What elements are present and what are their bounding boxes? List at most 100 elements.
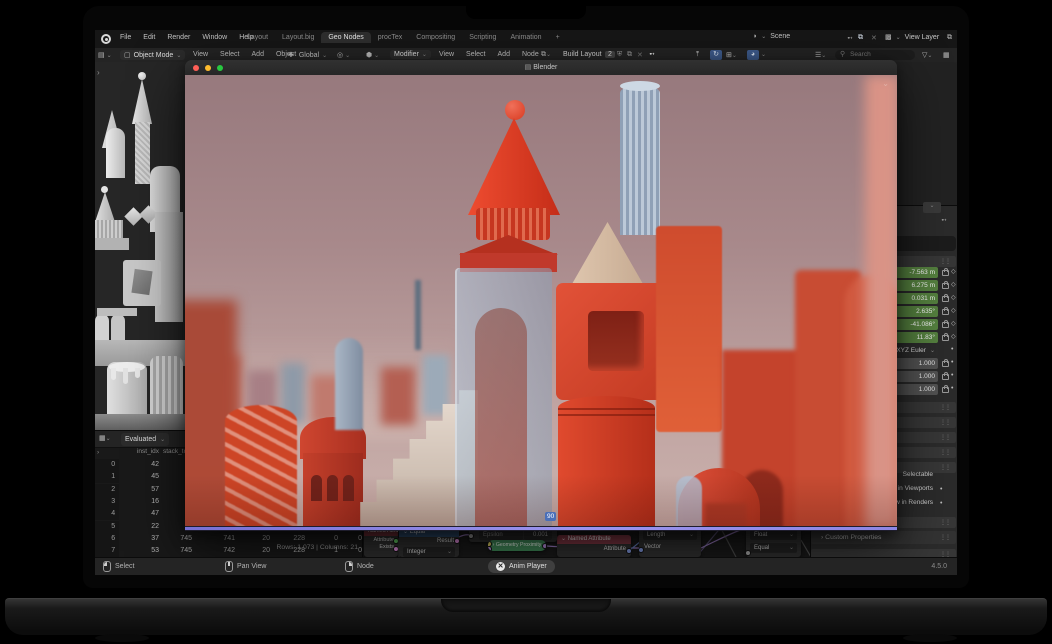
unlink-icon[interactable]: ✕ [637, 51, 643, 59]
tab-compositing[interactable]: Compositing [409, 32, 462, 43]
node-menus: View Select Add Node [433, 51, 545, 58]
animate-dot-icon[interactable]: • [951, 374, 953, 378]
menu-render[interactable]: Render [167, 34, 190, 41]
custom-properties-panel[interactable]: › Custom Properties ⋮⋮ [811, 531, 956, 544]
lock-icon[interactable] [942, 335, 949, 341]
dataset-dropdown[interactable]: Evaluated⌄ [121, 433, 169, 446]
filter-funnel-icon[interactable]: ▽⌄ [922, 51, 932, 59]
node-menu-add[interactable]: Add [498, 51, 510, 58]
lock-icon[interactable] [942, 309, 949, 315]
scene-selector[interactable]: ◗⌄ Scene [753, 33, 790, 40]
pivot-point-icon[interactable]: ◎ ⌄ [337, 51, 350, 59]
node-vector-length[interactable]: Length⌄ Vector [639, 527, 701, 557]
tab-layout-big[interactable]: Layout.big [275, 32, 321, 43]
keyframe-diamond-icon[interactable]: ◇ [951, 321, 956, 327]
tab--[interactable]: + [549, 32, 567, 43]
current-frame-badge[interactable]: 90 [545, 512, 556, 521]
overlay-sphere-icon[interactable]: ◕ [747, 50, 759, 60]
lock-icon[interactable] [942, 296, 949, 302]
animation-scrubber[interactable] [185, 526, 897, 531]
scene-new-icon[interactable]: ⧉ [858, 34, 863, 42]
keyframe-diamond-icon[interactable]: ◇ [951, 334, 956, 340]
animate-dot-icon[interactable]: • [951, 387, 953, 391]
animate-dot-icon[interactable]: • [951, 348, 953, 352]
length-dropdown[interactable]: Length⌄ [643, 530, 697, 540]
compare-type-dropdown[interactable]: Float⌄ [750, 530, 797, 540]
macbook-mockup: FileEditRenderWindowHelp LayoutLayout.bi… [0, 0, 1052, 644]
viewport-editor-type-icon[interactable]: ▤ ⌄ [98, 51, 112, 59]
duplicate-icon[interactable]: ⧉ [627, 51, 632, 59]
node-geometry-proximity[interactable]: › Geometry Proximity [488, 540, 546, 551]
viewport-menu-view[interactable]: View [193, 51, 208, 58]
node-named-attribute-left[interactable]: Named Attribute Attribute Exists [364, 527, 398, 557]
tab-proctex[interactable]: procTex [371, 32, 410, 43]
lock-icon[interactable] [942, 374, 949, 380]
snap-mode-icon[interactable]: ⊞⌄ [726, 51, 737, 59]
tab-scripting[interactable]: Scripting [462, 32, 503, 43]
lock-icon[interactable] [942, 283, 949, 289]
render-art: ⌄ [185, 75, 897, 526]
properties-dropdown-button[interactable]: ⌄ [923, 202, 941, 213]
scene-unlink-icon[interactable]: ✕ [871, 34, 877, 42]
lock-icon[interactable] [942, 387, 949, 393]
node-menu-view[interactable]: View [439, 51, 454, 58]
spreadsheet-editor-type-icon[interactable]: ▦⌄ [99, 434, 111, 442]
tab-layout[interactable]: Layout [240, 32, 275, 43]
keyframe-diamond-icon[interactable]: ◇ [951, 295, 956, 301]
view-layer-name[interactable]: View Layer [905, 34, 940, 41]
animate-dot-icon[interactable]: • [951, 361, 953, 365]
view-collapse-chevron[interactable]: ⌄ [882, 79, 889, 88]
keyframe-diamond-icon[interactable]: ◇ [951, 308, 956, 314]
viewport-menu-add[interactable]: Add [252, 51, 264, 58]
menu-file[interactable]: File [120, 34, 131, 41]
node-equal[interactable]: ⌄ Equal Result Integer⌄ [399, 528, 459, 557]
node-editor-type-icon[interactable]: ⬢ ⌄ [366, 51, 379, 59]
spreadsheet-row[interactable]: 6 377457412022800 [95, 533, 362, 545]
pin-icon[interactable]: ➻ [649, 50, 655, 58]
node-group-users-badge[interactable]: 2 [605, 51, 615, 58]
anim-player-button[interactable]: ✕ Anim Player [488, 560, 555, 573]
outliner-display-mode-icon[interactable]: ☰⌄ [815, 51, 826, 59]
mode-dropdown[interactable]: ▢ Object Mode⌄ [120, 50, 185, 60]
new-collection-icon[interactable]: ▦ [943, 51, 950, 59]
outliner-search-input[interactable]: ⚲ Search [835, 50, 915, 60]
sidebar-toggle-icon[interactable]: › [97, 449, 99, 456]
blender-render-window[interactable]: ▤ Blender [185, 60, 897, 531]
node-menu-node[interactable]: Node [522, 51, 539, 58]
lock-icon[interactable] [942, 361, 949, 367]
menu-edit[interactable]: Edit [143, 34, 155, 41]
keyframe-diamond-icon[interactable]: ◇ [951, 269, 956, 275]
column-header-inst-idx[interactable]: inst_idx [121, 448, 159, 455]
tree-type-dropdown[interactable]: Modifier⌄ [390, 50, 431, 59]
viewport-menu-select[interactable]: Select [220, 51, 239, 58]
orientation-dropdown[interactable]: ✚ Global⌄ [288, 51, 327, 59]
tab-geo-nodes[interactable]: Geo Nodes [321, 32, 370, 43]
shield-icon[interactable]: ⛨ [617, 51, 622, 59]
document-icon: ▤ [525, 64, 532, 71]
menu-window[interactable]: Window [202, 34, 227, 41]
spreadsheet-status: Rows: 1,073 | Columns: 21 [205, 544, 358, 551]
view-layer-new-icon[interactable]: ⧉ [947, 34, 952, 42]
stop-icon: ✕ [496, 562, 505, 571]
scene-name[interactable]: Scene [770, 33, 790, 40]
properties-pin-icon[interactable]: ➻ [941, 216, 947, 224]
node-menu-select[interactable]: Select [466, 51, 485, 58]
tab-animation[interactable]: Animation [503, 32, 548, 43]
node-group-name[interactable]: Build Layout [563, 51, 602, 58]
parent-tree-icon[interactable]: ⤒ [696, 51, 699, 59]
keymap-pan-view: Pan View [225, 561, 266, 572]
keyframe-diamond-icon[interactable]: ◇ [951, 282, 956, 288]
node-group-browse-icon[interactable]: ⧉⌄ [541, 51, 551, 59]
lock-icon[interactable] [942, 322, 949, 328]
compare-op-dropdown[interactable]: Equal⌄ [750, 543, 797, 553]
lid-scoop [441, 599, 611, 612]
scene-pin-icon[interactable]: ➻ [847, 34, 853, 42]
equal-type-dropdown[interactable]: Integer⌄ [403, 547, 455, 557]
overlay-chevron[interactable]: ⌄ [761, 51, 766, 58]
render-window-titlebar[interactable]: ▤ Blender [185, 60, 897, 75]
lock-icon[interactable] [942, 270, 949, 276]
snap-toggle-icon[interactable]: ↻ [710, 50, 722, 60]
node-named-attribute[interactable]: ⌄ Named Attribute Attribute [557, 535, 631, 557]
view-layer-selector[interactable]: ▩⌄ View Layer [885, 33, 939, 41]
blender-logo-icon [101, 34, 111, 44]
